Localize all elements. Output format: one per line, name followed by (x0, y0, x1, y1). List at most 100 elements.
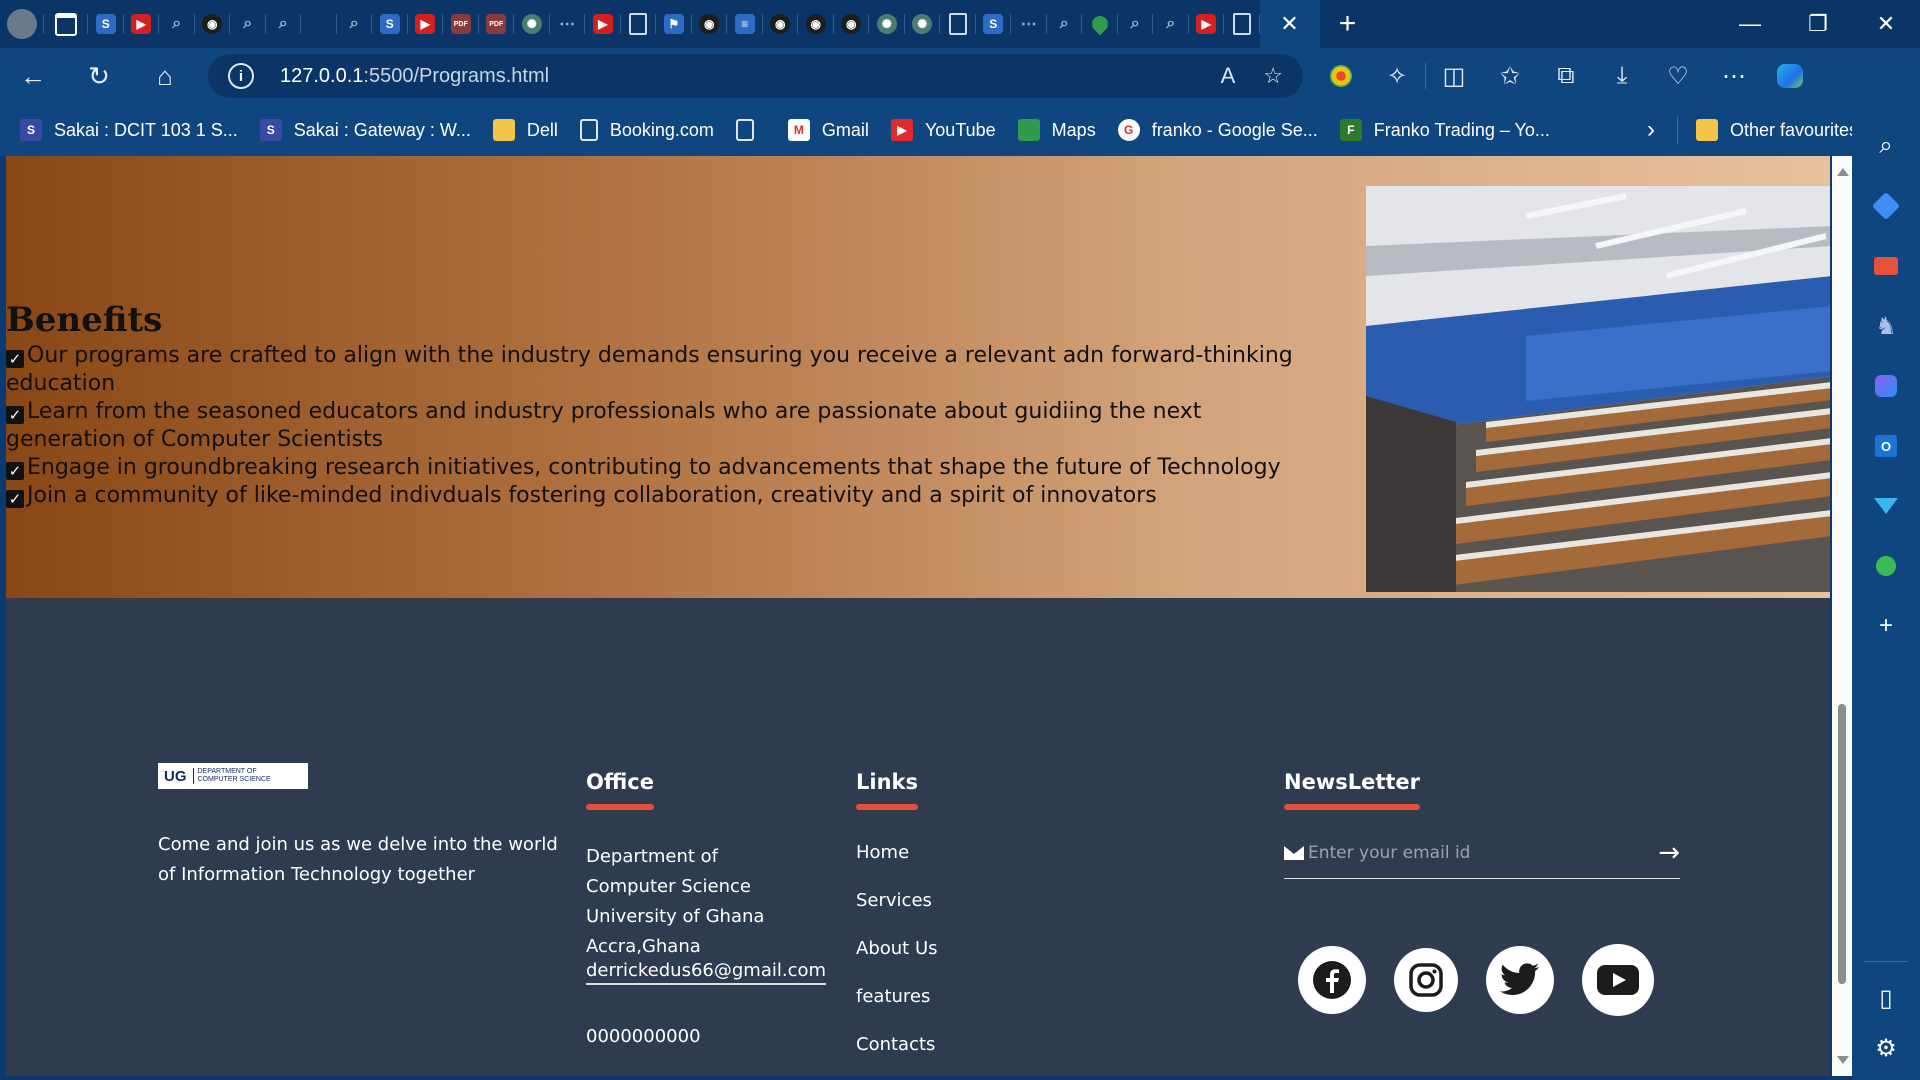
ug-logo: UG DEPARTMENT OF COMPUTER SCIENCE (158, 763, 308, 789)
send-button[interactable] (1868, 488, 1904, 524)
footer-link-features[interactable]: features (856, 986, 938, 1034)
tab[interactable]: ⌕ (1047, 0, 1083, 48)
bookmarks-bar: S Sakai : DCIT 103 1 S... S Sakai : Gateway… (0, 104, 1880, 156)
tab[interactable]: ◉ (798, 0, 834, 48)
tab[interactable]: ⌕ (266, 0, 302, 48)
address-bar[interactable]: i 127.0.0.1 :5500/Programs.html A ☆ (208, 54, 1303, 98)
facebook-icon[interactable] (1298, 946, 1366, 1014)
tab[interactable]: ◉ (195, 0, 231, 48)
sidebar-settings-button[interactable]: ⚙ (1868, 1030, 1904, 1066)
bookmark-item[interactable]: S Sakai : Gateway : W... (259, 119, 471, 141)
footer-link-home[interactable]: Home (856, 842, 938, 890)
shopping-button[interactable] (1868, 188, 1904, 224)
tab[interactable]: ▶ (585, 0, 621, 48)
split-screen-button[interactable]: ◫ (1426, 48, 1482, 104)
copilot-button[interactable] (1762, 48, 1818, 104)
scroll-thumb[interactable] (1838, 704, 1846, 984)
extension-button[interactable] (1313, 48, 1369, 104)
back-button[interactable]: ← (0, 48, 66, 104)
read-aloud-icon[interactable]: A (1221, 63, 1236, 89)
tab[interactable] (940, 0, 976, 48)
tab[interactable]: ⋯ (550, 0, 586, 48)
bookmark-label: Sakai : DCIT 103 1 S... (54, 119, 238, 140)
bookmark-item[interactable] (735, 119, 766, 141)
tab[interactable]: ✺ (514, 0, 550, 48)
copilot-sidebar-button[interactable] (1868, 368, 1904, 404)
tab[interactable]: ⌕ (159, 0, 195, 48)
close-tab-icon[interactable]: ✕ (1280, 11, 1298, 37)
tab[interactable]: ⋯ (1011, 0, 1047, 48)
tools-button[interactable] (1868, 248, 1904, 284)
hide-sidebar-button[interactable]: ▯ (1868, 980, 1904, 1016)
arrow-right-icon[interactable]: → (1658, 838, 1680, 868)
footer-link-services[interactable]: Services (856, 890, 938, 938)
favorite-star-icon[interactable]: ☆ (1263, 63, 1283, 89)
minimize-button[interactable]: — (1716, 0, 1784, 48)
tab[interactable]: S (976, 0, 1012, 48)
refresh-button[interactable]: ↻ (66, 48, 132, 104)
tab[interactable]: ◉ (834, 0, 870, 48)
chevron-right-icon[interactable]: › (1647, 116, 1655, 144)
tab[interactable]: ⌕ (337, 0, 373, 48)
tab[interactable]: ⌕ (1153, 0, 1189, 48)
tab[interactable]: ◉ (763, 0, 799, 48)
tab[interactable]: ✺ (869, 0, 905, 48)
footer-link-about[interactable]: About Us (856, 938, 938, 986)
outlook-button[interactable]: O (1868, 428, 1904, 464)
active-tab[interactable]: ✕ (1259, 0, 1320, 48)
tab[interactable] (621, 0, 657, 48)
tree-button[interactable] (1868, 548, 1904, 584)
site-info-icon[interactable]: i (228, 63, 254, 89)
bookmark-item[interactable]: M Gmail (787, 119, 869, 141)
home-button[interactable]: ⌂ (132, 48, 198, 104)
favorites-button[interactable]: ✩ (1482, 48, 1538, 104)
add-sidebar-app-button[interactable]: + (1868, 608, 1904, 644)
games-button[interactable]: ♞ (1868, 308, 1904, 344)
tab[interactable]: ⚑ (656, 0, 692, 48)
bookmark-item[interactable]: ▶ YouTube (890, 119, 996, 141)
tab[interactable]: ⌕ (1118, 0, 1154, 48)
other-favourites[interactable]: Other favourites (1695, 119, 1858, 141)
extensions-button[interactable]: ✧ (1369, 48, 1425, 104)
tab[interactable] (1224, 0, 1260, 48)
bookmark-item[interactable]: Booking.com (579, 119, 714, 141)
profile-avatar[interactable] (0, 0, 44, 48)
new-tab-button[interactable]: + (1320, 7, 1376, 41)
tab[interactable]: ◉ (692, 0, 728, 48)
tab[interactable]: ⌕ (230, 0, 266, 48)
tab[interactable]: ▶ (124, 0, 160, 48)
tab[interactable]: PDF (479, 0, 515, 48)
vertical-scrollbar[interactable] (1832, 156, 1852, 1076)
instagram-icon[interactable] (1394, 948, 1458, 1012)
tab[interactable]: ≡ (727, 0, 763, 48)
tab[interactable]: S (372, 0, 408, 48)
scroll-down-arrow-icon[interactable] (1837, 1056, 1849, 1064)
search-sidebar-button[interactable]: ⌕ (1868, 128, 1904, 164)
newsletter-email-input[interactable] (1306, 842, 1640, 864)
tab-actions-button[interactable] (44, 0, 88, 48)
office-email[interactable]: derrickedus66@gmail.com (586, 960, 827, 985)
tab[interactable]: ✺ (905, 0, 941, 48)
bookmark-item[interactable]: F Franko Trading – Yo... (1339, 119, 1550, 141)
tab[interactable] (301, 0, 337, 48)
youtube-icon[interactable] (1582, 944, 1654, 1016)
tab[interactable]: ▶ (408, 0, 444, 48)
settings-more-button[interactable]: ⋯ (1706, 48, 1762, 104)
collections-button[interactable]: ⧉ (1538, 48, 1594, 104)
performance-button[interactable]: ♡ (1650, 48, 1706, 104)
search-icon: ⌕ (1166, 15, 1176, 32)
close-window-button[interactable]: ✕ (1852, 0, 1920, 48)
tab[interactable]: S (88, 0, 124, 48)
tab[interactable] (1082, 0, 1118, 48)
downloads-button[interactable]: ⤓ (1594, 48, 1650, 104)
bookmark-item[interactable]: Dell (492, 119, 558, 141)
tab[interactable]: ▶ (1189, 0, 1225, 48)
scroll-up-arrow-icon[interactable] (1837, 168, 1849, 176)
twitter-icon[interactable] (1486, 946, 1554, 1014)
restore-button[interactable]: ❐ (1784, 0, 1852, 48)
bookmark-item[interactable]: Gfranko - Google Se... (1117, 119, 1318, 141)
tab[interactable]: PDF (443, 0, 479, 48)
bookmark-item[interactable]: Maps (1017, 119, 1096, 141)
bookmark-item[interactable]: S Sakai : DCIT 103 1 S... (20, 119, 238, 141)
footer-link-contacts[interactable]: Contacts (856, 1034, 938, 1076)
